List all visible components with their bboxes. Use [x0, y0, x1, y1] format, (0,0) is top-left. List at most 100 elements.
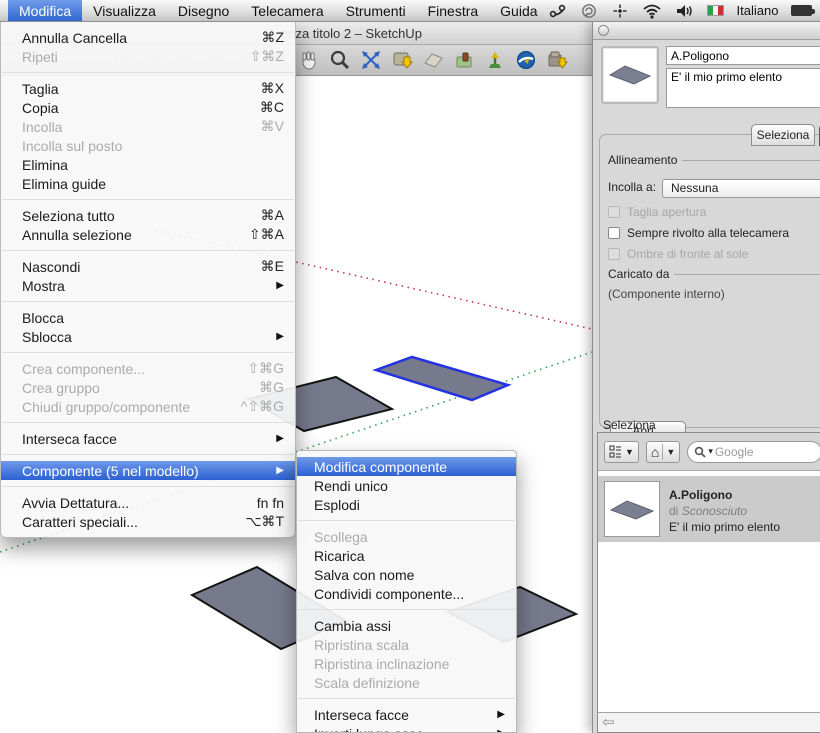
menu-item-crea-gruppo[interactable]: Crea gruppo⌘G — [1, 378, 295, 397]
submenu-item-scollega[interactable]: Scollega — [297, 527, 516, 546]
menu-item-incolla-sul-posto[interactable]: Incolla sul posto — [1, 136, 295, 155]
menubar-telecamera[interactable]: Telecamera — [240, 0, 334, 21]
loaded-from-value: (Componente interno) — [608, 287, 820, 301]
loaded-from-section: Caricato da — [608, 267, 820, 281]
menu-separator — [2, 199, 294, 200]
menu-separator — [2, 250, 294, 251]
menu-separator — [2, 301, 294, 302]
glue-to-select[interactable]: Nessuna — [662, 179, 820, 198]
menu-separator — [298, 609, 515, 610]
component-name-field[interactable] — [666, 46, 820, 65]
component-thumbnail — [601, 46, 659, 104]
submenu-item-salva-con-nome[interactable]: Salva con nome — [297, 565, 516, 584]
menu-separator — [2, 486, 294, 487]
selected-component-face[interactable] — [376, 357, 508, 400]
submenu-item-rendi-unico[interactable]: Rendi unico — [297, 476, 516, 495]
submenu-item-ricarica[interactable]: Ricarica — [297, 546, 516, 565]
component-inspector-palette: E' il mio primo elento Seleziona Allinea… — [592, 22, 820, 733]
menu-item-ripeti[interactable]: Ripeti⇧⌘Z — [1, 47, 295, 66]
search-field[interactable]: ▾ — [687, 441, 820, 463]
menu-item-incolla[interactable]: Incolla⌘V — [1, 117, 295, 136]
checkbox-ombre-di-fronte[interactable]: Ombre di fronte al sole — [608, 247, 820, 261]
menubar-disegno[interactable]: Disegno — [167, 0, 240, 21]
menu-item-annulla-selezione[interactable]: Annulla selezione⇧⌘A — [1, 225, 295, 244]
search-scope-caret-icon: ▾ — [708, 446, 713, 457]
battery-icon[interactable] — [791, 5, 812, 16]
italian-flag-icon[interactable] — [707, 5, 724, 16]
menu-item-blocca[interactable]: Blocca — [1, 308, 295, 327]
submenu-item-esplodi[interactable]: Esplodi — [297, 495, 516, 514]
component-description-field[interactable]: E' il mio primo elento — [666, 68, 820, 108]
palette-titlebar[interactable] — [593, 22, 820, 40]
menu-separator — [298, 520, 515, 521]
browser-toolbar: ▼ ⌂ ▼ ▾ — [598, 433, 820, 471]
menu-bar: Modifica Visualizza Disegno Telecamera S… — [0, 0, 820, 22]
component-item-name: A.Poligono — [669, 487, 780, 503]
menu-item-nascondi[interactable]: Nascondi⌘E — [1, 257, 295, 276]
menu-separator — [2, 352, 294, 353]
chevron-down-icon: ▼ — [625, 447, 634, 457]
move-icon[interactable] — [611, 3, 629, 19]
volume-icon[interactable] — [675, 3, 694, 19]
menu-item-chiudi-gruppo-componente[interactable]: Chiudi gruppo/componente^⇧⌘G — [1, 397, 295, 416]
checkbox-icon[interactable] — [608, 227, 620, 239]
menu-item-elimina-guide[interactable]: Elimina guide — [1, 174, 295, 193]
submenu-item-inverti-lungo-asse[interactable]: Inverti lungo asse▶ — [297, 724, 516, 733]
menu-item-copia[interactable]: Copia⌘C — [1, 98, 295, 117]
tab-seleziona[interactable]: Seleziona — [751, 124, 815, 146]
submenu-item-ripristina-inclinazione[interactable]: Ripristina inclinazione — [297, 654, 516, 673]
glue-to-label: Incolla a: — [608, 180, 656, 194]
close-icon[interactable] — [598, 25, 609, 36]
home-button[interactable]: ⌂ ▼ — [646, 441, 680, 463]
sync-icon[interactable] — [580, 3, 598, 19]
alignment-label: Allineamento — [608, 153, 677, 167]
menu-item-sblocca[interactable]: Sblocca▶ — [1, 327, 295, 346]
submenu-arrow-icon: ▶ — [497, 728, 505, 733]
menu-item-elimina[interactable]: Elimina — [1, 155, 295, 174]
submenu-item-cambia-assi[interactable]: Cambia assi — [297, 616, 516, 635]
menubar-visualizza[interactable]: Visualizza — [82, 0, 167, 21]
menu-separator — [2, 454, 294, 455]
menu-item-crea-componente[interactable]: Crea componente...⇧⌘G — [1, 359, 295, 378]
submenu-item-condividi-componente[interactable]: Condividi componente... — [297, 584, 516, 603]
componente-submenu: Modifica componente Rendi unico Esplodi … — [296, 450, 517, 733]
menu-item-taglia[interactable]: Taglia⌘X — [1, 79, 295, 98]
checkbox-sempre-rivolto[interactable]: Sempre rivolto alla telecamera — [608, 226, 820, 240]
checkbox-icon[interactable] — [608, 206, 620, 218]
menubar-modifica[interactable]: Modifica — [8, 0, 82, 21]
menu-item-caratteri-speciali[interactable]: Caratteri speciali...⌥⌘T — [1, 512, 295, 531]
menu-item-interseca-facce[interactable]: Interseca facce▶ — [1, 429, 295, 448]
back-arrow-icon[interactable]: ⇦ — [602, 715, 615, 730]
menu-item-annulla-cancella[interactable]: Annulla Cancella⌘Z — [1, 28, 295, 47]
checkbox-icon[interactable] — [608, 248, 620, 260]
input-language-label[interactable]: Italiano — [737, 3, 779, 18]
menubar-guida[interactable]: Guida — [489, 0, 548, 21]
component-browser: ▼ ⌂ ▼ ▾ A.Poligono di Sconosciuto E' il … — [597, 432, 820, 733]
edit-menu: Annulla Cancella⌘Z Ripeti⇧⌘Z Taglia⌘X Co… — [0, 22, 296, 538]
component-item-thumbnail — [604, 481, 660, 537]
menu-item-avvia-dettatura[interactable]: Avvia Dettatura...fn fn — [1, 493, 295, 512]
menu-separator — [2, 422, 294, 423]
submenu-item-ripristina-scala[interactable]: Ripristina scala — [297, 635, 516, 654]
menu-item-seleziona-tutto[interactable]: Seleziona tutto⌘A — [1, 206, 295, 225]
view-mode-button[interactable]: ▼ — [604, 441, 639, 463]
submenu-item-interseca-facce[interactable]: Interseca facce▶ — [297, 705, 516, 724]
submenu-item-modifica-componente[interactable]: Modifica componente — [297, 457, 516, 476]
menu-separator — [298, 698, 515, 699]
menubar-strumenti[interactable]: Strumenti — [335, 0, 417, 21]
chevron-down-icon: ▼ — [666, 447, 675, 457]
component-list-item[interactable]: A.Poligono di Sconosciuto E' il mio prim… — [598, 476, 820, 542]
search-input[interactable] — [715, 445, 815, 459]
submenu-arrow-icon: ▶ — [497, 709, 505, 720]
component-item-author: di Sconosciuto — [669, 503, 780, 519]
submenu-arrow-icon: ▶ — [276, 331, 284, 342]
menu-item-mostra[interactable]: Mostra▶ — [1, 276, 295, 295]
wifi-icon[interactable] — [642, 3, 662, 19]
menu-item-componente[interactable]: Componente (5 nel modello)▶ — [1, 461, 295, 480]
checkbox-taglia-apertura[interactable]: Taglia apertura — [608, 205, 820, 219]
menubar-finestra[interactable]: Finestra — [417, 0, 490, 21]
submenu-item-scala-definizione[interactable]: Scala definizione — [297, 673, 516, 692]
call-icon[interactable] — [549, 3, 567, 19]
window-title: enza titolo 2 – SketchUp — [281, 26, 422, 41]
search-icon — [694, 446, 706, 458]
